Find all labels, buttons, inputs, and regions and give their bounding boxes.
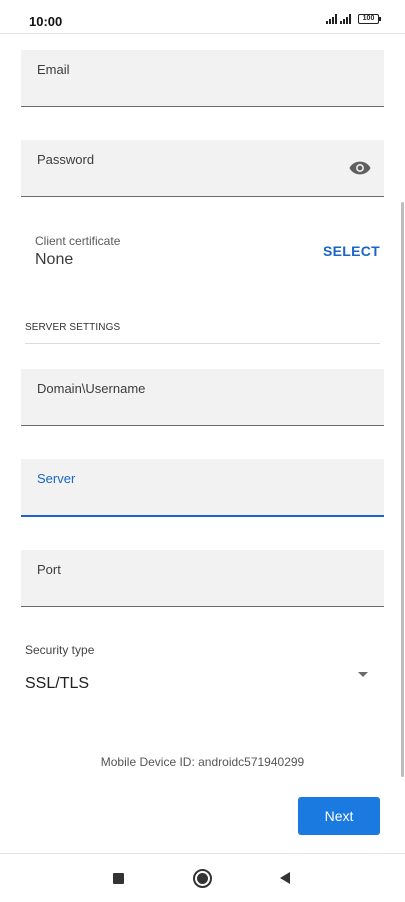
section-divider [25, 343, 380, 344]
dropdown-arrow-icon[interactable] [358, 672, 368, 677]
server-field[interactable]: Server [21, 459, 384, 517]
password-label: Password [37, 152, 95, 167]
client-certificate-value: None [35, 251, 74, 268]
email-label: Email [37, 62, 70, 77]
server-settings-header: SERVER SETTINGS [25, 322, 121, 333]
email-field[interactable]: Email [21, 50, 384, 107]
security-type-label: Security type [25, 643, 95, 657]
mobile-device-id: Mobile Device ID: androidc571940299 [100, 755, 305, 769]
select-certificate-button[interactable]: SELECT [323, 243, 380, 259]
client-certificate-label: Client certificate [35, 234, 121, 248]
domain-username-label: Domain\Username [37, 381, 146, 396]
status-icons: 100 [326, 14, 381, 24]
scrollbar[interactable] [401, 202, 404, 777]
status-time: 10:00 [29, 14, 63, 29]
recents-square-icon[interactable] [113, 873, 124, 884]
port-label: Port [37, 562, 61, 577]
next-button[interactable]: Next [298, 797, 380, 835]
server-label: Server [37, 471, 76, 486]
home-circle-icon[interactable] [193, 869, 212, 888]
signal-icon [326, 14, 337, 24]
navigation-bar [0, 853, 405, 902]
visibility-eye-icon[interactable] [349, 160, 371, 176]
battery-icon: 100 [358, 14, 381, 24]
screen: 10:00 100 Email Password Client certific… [0, 0, 405, 902]
signal-icon-2 [340, 14, 351, 24]
back-triangle-icon[interactable] [280, 872, 290, 884]
status-bar: 10:00 100 [0, 0, 405, 34]
port-field[interactable]: Port [21, 550, 384, 607]
domain-username-field[interactable]: Domain\Username [21, 369, 384, 426]
security-type-select[interactable]: SSL/TLS [25, 675, 89, 693]
password-field[interactable]: Password [21, 140, 384, 197]
